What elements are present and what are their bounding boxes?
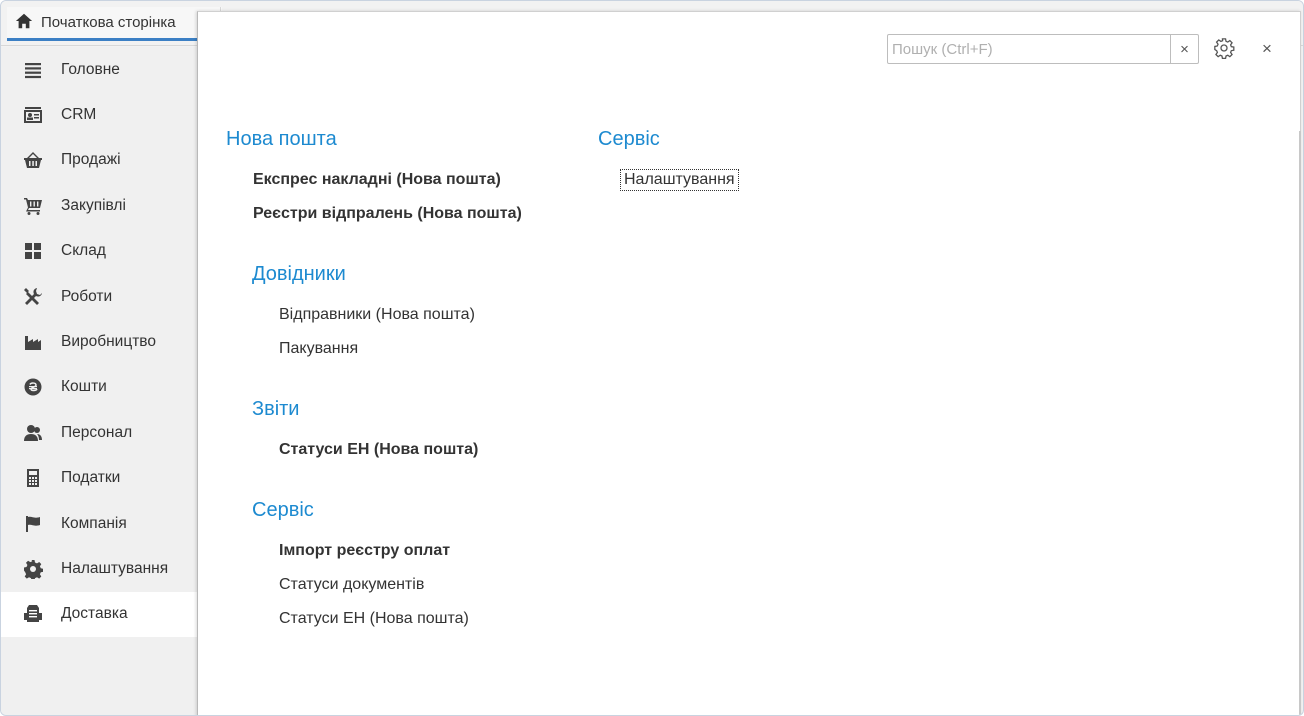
link-document-statuses[interactable]: Статуси документів: [279, 576, 424, 594]
sidebar-item-main[interactable]: Головне: [1, 47, 197, 92]
link-packaging[interactable]: Пакування: [279, 340, 358, 358]
sidebar-item-label: Закупівлі: [61, 196, 126, 214]
sidebar-item-label: CRM: [61, 106, 97, 124]
link-express-waybills[interactable]: Експрес накладні (Нова пошта): [253, 171, 501, 189]
section-title-service-right: Сервіс: [598, 128, 660, 150]
home-tab-label: Початкова сторінка: [41, 14, 176, 31]
sidebar-item-label: Виробництво: [61, 333, 156, 351]
sidebar-item-sales[interactable]: Продажі: [1, 138, 197, 183]
section-title-directories: Довідники: [252, 263, 346, 285]
gear-icon: [1213, 38, 1235, 63]
cart-icon: [21, 194, 45, 218]
search-box: ×: [887, 34, 1199, 64]
sidebar-item-label: Налаштування: [61, 559, 169, 577]
sidebar-item-label: Склад: [61, 242, 106, 260]
home-icon: [15, 12, 33, 34]
sidebar-item-settings[interactable]: Налаштування: [1, 546, 197, 591]
panel-close-button[interactable]: ×: [1257, 37, 1277, 61]
sidebar-item-label: Компанія: [61, 514, 127, 532]
section-title-reports: Звіти: [252, 398, 300, 420]
sidebar-item-funds[interactable]: Кошти: [1, 365, 197, 410]
sidebar: Головне CRM Продажі Закупівлі Склад Робо…: [1, 47, 197, 715]
sidebar-item-label: Доставка: [61, 605, 128, 623]
link-settings[interactable]: Налаштування: [620, 169, 739, 191]
factory-icon: [21, 330, 45, 354]
sidebar-item-label: Податки: [61, 469, 121, 487]
delivery-box-icon: [21, 602, 45, 626]
section-title-nova-poshta: Нова пошта: [226, 128, 337, 150]
contact-card-icon: [21, 103, 45, 127]
link-waybill-statuses[interactable]: Статуси ЕН (Нова пошта): [279, 610, 469, 628]
grid-warehouse-icon: [21, 239, 45, 263]
sidebar-item-label: Роботи: [61, 287, 113, 305]
link-import-payment-registry[interactable]: Імпорт реєстру оплат: [279, 542, 450, 560]
section-title-service: Сервіс: [252, 499, 314, 521]
flag-icon: [21, 512, 45, 536]
link-waybill-statuses-report[interactable]: Статуси ЕН (Нова пошта): [279, 441, 478, 459]
sidebar-item-label: Персонал: [61, 423, 133, 441]
panel-settings-button[interactable]: [1213, 37, 1237, 61]
sidebar-item-delivery[interactable]: Доставка: [1, 591, 197, 638]
sidebar-item-crm[interactable]: CRM: [1, 92, 197, 137]
search-input[interactable]: [888, 35, 1170, 63]
basket-icon: [21, 148, 45, 172]
people-icon: [21, 421, 45, 445]
calculator-icon: [21, 466, 45, 490]
link-senders[interactable]: Відправники (Нова пошта): [279, 306, 475, 324]
search-clear-button[interactable]: ×: [1170, 35, 1198, 63]
sidebar-item-works[interactable]: Роботи: [1, 274, 197, 319]
tools-icon: [21, 285, 45, 309]
app-window: Початкова сторінка Головне CRM Продажі З…: [0, 0, 1304, 716]
menu-lines-icon: [21, 58, 45, 82]
hryvnia-coin-icon: [21, 375, 45, 399]
sidebar-item-personnel[interactable]: Персонал: [1, 410, 197, 455]
home-tab[interactable]: Початкова сторінка: [7, 7, 222, 41]
sidebar-item-company[interactable]: Компанія: [1, 501, 197, 546]
sidebar-item-label: Кошти: [61, 378, 107, 396]
sidebar-item-purchases[interactable]: Закупівлі: [1, 183, 197, 228]
sidebar-item-production[interactable]: Виробництво: [1, 319, 197, 364]
link-shipment-registries[interactable]: Реєстри відпралень (Нова пошта): [253, 205, 522, 223]
panel-scroll-edge: [1299, 131, 1301, 715]
sidebar-item-label: Продажі: [61, 151, 121, 169]
sidebar-item-taxes[interactable]: Податки: [1, 456, 197, 501]
gear-icon: [21, 557, 45, 581]
sidebar-item-label: Головне: [61, 60, 120, 78]
delivery-panel: × × Нова пошта Експрес накладні (Нова по…: [197, 11, 1301, 715]
sidebar-item-warehouse[interactable]: Склад: [1, 229, 197, 274]
